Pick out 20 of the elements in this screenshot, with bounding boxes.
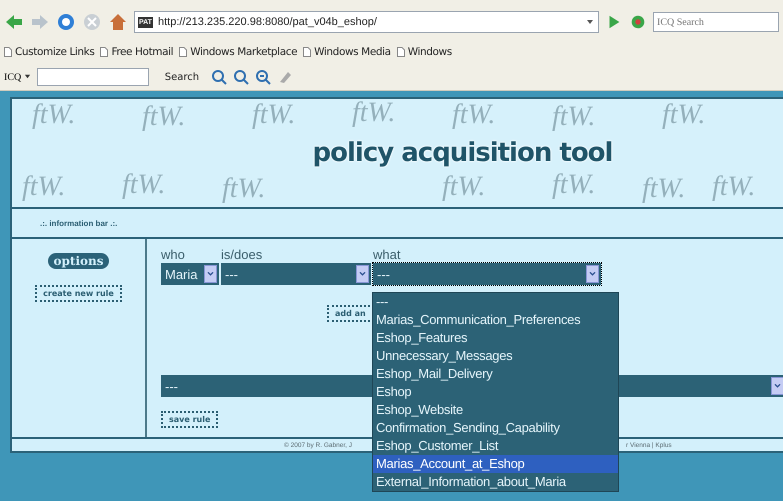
field-label: who — [161, 247, 186, 262]
logo-pattern-text: ftW. — [142, 101, 186, 132]
logo-pattern-text: ftW. — [32, 99, 76, 130]
logo-pattern-text: ftW. — [452, 99, 496, 130]
field-label: is/does — [221, 247, 264, 262]
logo-pattern-text: ftW. — [552, 169, 596, 200]
logo-pattern-text: ftW. — [642, 173, 686, 204]
logo-pattern-text: ftW. — [352, 99, 396, 128]
logo-pattern-text: ftW. — [222, 173, 266, 204]
logo-pattern-text: ftW. — [252, 99, 296, 130]
logo-pattern-text: ftW. — [662, 99, 706, 130]
logo-pattern-text: ftW. — [22, 171, 66, 202]
information-bar: .:. information bar .:. — [12, 209, 783, 239]
field-label: what — [373, 247, 400, 262]
logo-pattern-text: ftW. — [552, 101, 596, 132]
logo-pattern-text: ftW. — [442, 171, 486, 202]
banner-title: policy acquisition tool — [312, 138, 612, 168]
logo-pattern-text: ftW. — [122, 169, 166, 200]
options-heading: options — [48, 253, 110, 269]
logo-pattern-text: ftW. — [712, 171, 756, 202]
